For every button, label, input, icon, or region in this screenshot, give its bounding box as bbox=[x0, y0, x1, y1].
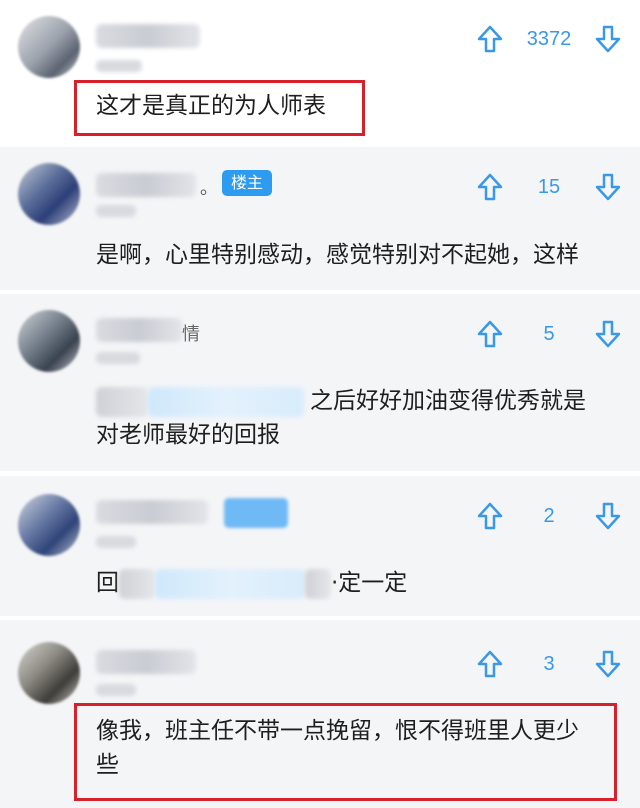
vote-count: 3 bbox=[543, 652, 555, 675]
mention-blurred[interactable] bbox=[305, 568, 331, 599]
downvote-icon[interactable] bbox=[594, 24, 622, 54]
mention-blurred[interactable] bbox=[119, 568, 155, 599]
username-suffix: 情 bbox=[182, 324, 200, 345]
timestamp-blurred bbox=[96, 684, 136, 696]
comment-card-4: 2 回 ·定一定 bbox=[0, 476, 640, 616]
username-blurred[interactable] bbox=[96, 318, 182, 342]
upvote-icon[interactable] bbox=[476, 649, 504, 679]
comment-text: 是啊，心里特别感动，感觉特别对不起她，这样 bbox=[96, 242, 579, 268]
mention-blurred[interactable] bbox=[96, 386, 148, 417]
downvote-icon[interactable] bbox=[594, 649, 622, 679]
avatar[interactable] bbox=[18, 494, 80, 556]
vote-control: 3372 bbox=[476, 19, 622, 59]
timestamp-blurred bbox=[96, 205, 136, 217]
comment-text: 像我，班主任不带一点挽留，恨不得班里人更少 些 bbox=[96, 714, 612, 782]
avatar[interactable] bbox=[18, 642, 80, 704]
comment-text-visible: 之后好好加油变得优秀就是 bbox=[310, 388, 586, 414]
comment-text: 回 ·定一定 bbox=[96, 566, 616, 600]
comment-card-5: 3 像我，班主任不带一点挽留，恨不得班里人更少 些 bbox=[0, 620, 640, 808]
comment-text-start: 回 bbox=[96, 570, 119, 596]
vote-control: 15 bbox=[476, 167, 622, 207]
timestamp-blurred bbox=[96, 60, 142, 72]
timestamp-blurred bbox=[96, 536, 136, 548]
comment-text: 之后好好加油变得优秀就是 对老师最好的回报 bbox=[96, 384, 616, 452]
upvote-icon[interactable] bbox=[476, 24, 504, 54]
mention-blurred[interactable] bbox=[148, 386, 304, 417]
comment-card-3: 5 之后好好加油变得优秀就是 对老师最好的回报 bbox=[0, 294, 640, 471]
username-blurred[interactable] bbox=[96, 173, 196, 197]
vote-control: 2 bbox=[476, 496, 622, 536]
upvote-icon[interactable] bbox=[476, 501, 504, 531]
comment-text-line2: 对老师最好的回报 bbox=[96, 422, 280, 448]
downvote-icon[interactable] bbox=[594, 501, 622, 531]
mention-blurred[interactable] bbox=[155, 568, 305, 599]
timestamp-blurred bbox=[96, 352, 140, 364]
vote-count: 15 bbox=[537, 175, 561, 198]
comment-text: 这才是真正的为人师表 bbox=[96, 93, 326, 119]
comment-card-1: 3372 这才是真正的为人师表 bbox=[0, 0, 640, 143]
avatar[interactable] bbox=[18, 16, 80, 78]
comment-text-line1: 像我，班主任不带一点挽留，恨不得班里人更少 bbox=[96, 718, 579, 744]
comment-card-2: 15 是啊，心里特别感动，感觉特别对不起她，这样 bbox=[0, 147, 640, 290]
username-suffix: 。 bbox=[200, 178, 218, 199]
vote-control: 5 bbox=[476, 314, 622, 354]
username-blurred[interactable] bbox=[96, 24, 200, 48]
username-blurred[interactable] bbox=[96, 650, 196, 674]
avatar[interactable] bbox=[18, 310, 80, 372]
vote-count: 3372 bbox=[526, 27, 572, 50]
vote-control: 3 bbox=[476, 644, 622, 684]
username-blurred[interactable] bbox=[96, 500, 208, 524]
avatar[interactable] bbox=[18, 163, 80, 225]
comment-text-end: ·定一定 bbox=[331, 570, 408, 596]
upvote-icon[interactable] bbox=[476, 319, 504, 349]
comment-text-line2: 些 bbox=[96, 752, 119, 778]
vote-count: 2 bbox=[543, 504, 555, 527]
downvote-icon[interactable] bbox=[594, 319, 622, 349]
downvote-icon[interactable] bbox=[594, 172, 622, 202]
badge-blurred bbox=[224, 498, 288, 528]
upvote-icon[interactable] bbox=[476, 172, 504, 202]
thread-owner-badge: 楼主 bbox=[222, 170, 273, 196]
vote-count: 5 bbox=[543, 322, 555, 345]
